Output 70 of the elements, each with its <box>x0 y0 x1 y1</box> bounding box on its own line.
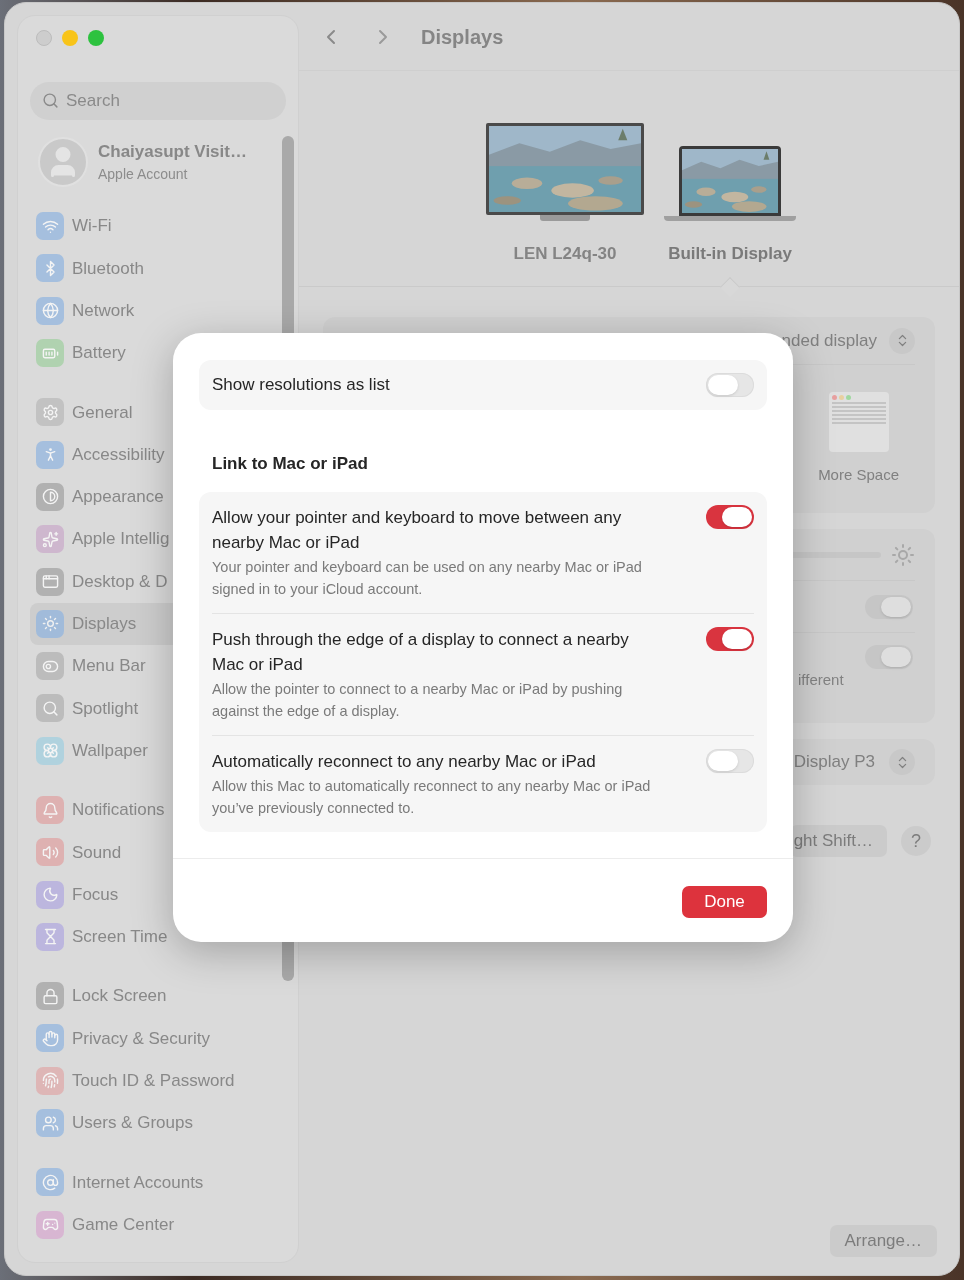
toggle-switch[interactable] <box>865 645 913 669</box>
window-title: Displays <box>421 24 504 50</box>
gamepad-icon <box>36 1210 64 1239</box>
flower-icon <box>36 736 64 765</box>
color-profile-value: Display P3 <box>793 751 875 774</box>
arrange-button[interactable]: Arrange… <box>829 1225 937 1257</box>
display-item[interactable]: LEN L24q-30 <box>486 121 644 287</box>
row-title: Automatically reconnect to any nearby Mac or iPad <box>212 750 597 773</box>
display-mode-value: nded display <box>781 329 877 352</box>
avatar <box>38 137 88 187</box>
toggle-switch[interactable] <box>706 626 754 651</box>
sun-icon <box>36 609 64 638</box>
row-description: Allow the pointer to connect to a nearby Mac or iPad by pushing against the edge of a display. <box>212 679 624 721</box>
toggle-switch[interactable] <box>706 748 754 773</box>
display-label: LEN L24q-30 <box>513 243 617 265</box>
close-button[interactable] <box>36 30 52 46</box>
zoom-button[interactable] <box>88 30 104 46</box>
toggle-icon <box>36 652 64 681</box>
battery-icon <box>36 339 64 368</box>
account-item[interactable]: Chaiyasupt Visit… Apple Account <box>38 134 298 190</box>
search-icon <box>36 694 64 723</box>
search-field[interactable]: Search <box>30 82 286 120</box>
speaker-icon <box>36 838 64 867</box>
row-description: Your pointer and keyboard can be used on any nearby Mac or iPad signed in to your iCloud account. <box>212 557 643 599</box>
toggle-switch[interactable] <box>706 373 754 397</box>
sidebar-item[interactable]: Users & Groups <box>30 1101 286 1145</box>
wifi-icon <box>36 212 64 241</box>
at-sign-icon <box>36 1168 64 1197</box>
users-icon <box>36 1109 64 1138</box>
globe-icon <box>36 296 64 325</box>
gear-icon <box>36 398 64 427</box>
person-icon <box>36 440 64 469</box>
sidebar-item[interactable]: Bluetooth <box>30 247 286 290</box>
sidebar-item[interactable]: Wi-Fi <box>30 205 286 248</box>
done-button[interactable]: Done <box>682 885 767 918</box>
fingerprint-icon <box>36 1066 64 1095</box>
sidebar-item[interactable]: Privacy & Security <box>30 1017 286 1060</box>
minimize-button[interactable] <box>62 30 78 46</box>
sun-icon <box>891 542 915 567</box>
lock-icon <box>36 982 64 1011</box>
bluetooth-icon <box>36 254 64 283</box>
row-title: Show resolutions as list <box>212 374 390 397</box>
sidebar-item[interactable]: Touch ID & Password <box>30 1059 286 1102</box>
account-subtitle: Apple Account <box>98 165 189 185</box>
sparkles-icon <box>36 525 64 554</box>
toggle-switch[interactable] <box>865 594 913 619</box>
window-icon <box>36 567 64 596</box>
sidebar-item[interactable]: Lock Screen <box>30 975 286 1018</box>
toggle-switch[interactable] <box>706 504 754 529</box>
more-space-label: More Space <box>818 465 899 485</box>
more-space-thumbnail <box>828 392 889 452</box>
section-heading: Link to Mac or iPad <box>212 453 369 475</box>
contrast-icon <box>36 482 64 511</box>
sidebar-item[interactable]: Internet Accounts <box>30 1161 286 1204</box>
bell-icon <box>36 796 64 824</box>
row-title: Allow your pointer and keyboard to move between any nearby Mac or iPad <box>212 506 623 554</box>
account-name: Chaiyasupt Visit… <box>98 140 247 163</box>
display-label: Built-in Display <box>668 243 792 265</box>
row-description: Allow this Mac to automatically reconnect to any nearby Mac or iPad you’ve previously connected to. <box>212 776 652 818</box>
help-button[interactable]: ? <box>901 826 931 856</box>
sidebar-item[interactable]: Network <box>30 289 286 332</box>
option-caption: ifferent <box>798 670 844 690</box>
stepper-button[interactable] <box>889 749 915 775</box>
display-item[interactable]: Built-in Display <box>664 121 796 287</box>
hourglass-icon <box>36 922 64 951</box>
sidebar-item[interactable]: Game Center <box>30 1203 286 1246</box>
moon-icon <box>36 880 64 909</box>
stepper-button[interactable] <box>889 327 915 354</box>
search-icon <box>42 92 59 109</box>
hand-icon <box>36 1024 64 1053</box>
